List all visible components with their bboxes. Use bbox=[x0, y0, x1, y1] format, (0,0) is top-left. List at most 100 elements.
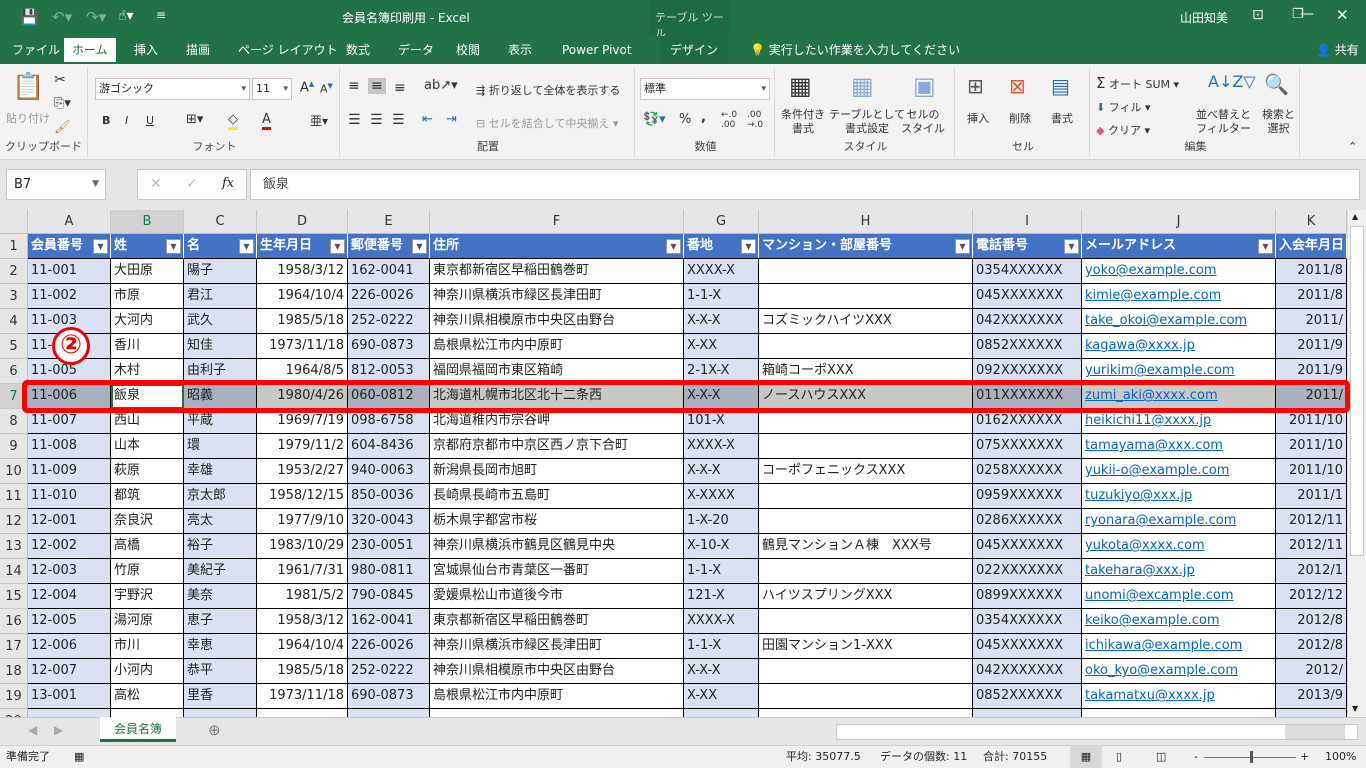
table-cell[interactable]: 226-0026 bbox=[348, 284, 430, 309]
grow-font-icon[interactable]: A▲ bbox=[300, 80, 314, 95]
table-cell[interactable]: 11-002 bbox=[28, 284, 111, 309]
table-cell[interactable]: 2012/12 bbox=[1276, 584, 1347, 609]
table-cell[interactable]: 1964/10/4 bbox=[257, 284, 348, 309]
touch-mode-icon[interactable]: ☝▾ bbox=[118, 8, 134, 24]
table-cell[interactable]: 162-0041 bbox=[348, 609, 430, 634]
tab-home[interactable]: ホーム bbox=[62, 36, 118, 64]
table-cell[interactable]: 小河内 bbox=[111, 659, 184, 684]
table-cell[interactable]: 大河内 bbox=[111, 309, 184, 334]
table-cell[interactable]: 980-0811 bbox=[348, 559, 430, 584]
table-cell[interactable]: 美奈 bbox=[184, 584, 257, 609]
table-cell[interactable]: 13-001 bbox=[28, 684, 111, 709]
zoom-in-icon[interactable]: + bbox=[1300, 746, 1309, 768]
table-cell[interactable]: 2012/11 bbox=[1276, 534, 1347, 559]
cancel-icon[interactable]: ✕ bbox=[150, 176, 162, 192]
scroll-down-icon[interactable]: ▼ bbox=[1352, 704, 1358, 713]
row-header-8[interactable]: 8 bbox=[0, 409, 28, 434]
table-cell[interactable]: 0258XXXXXX bbox=[973, 459, 1082, 484]
table-cell[interactable]: 島根県松江市内中原町 bbox=[430, 334, 684, 359]
filter-dropdown-icon[interactable]: ▼ bbox=[1258, 239, 1273, 254]
email-link[interactable]: oko_kyo@example.com bbox=[1085, 663, 1238, 678]
vertical-scrollbar[interactable]: ▲ ▼ bbox=[1347, 210, 1366, 717]
table-cell[interactable]: 市川 bbox=[111, 634, 184, 659]
copy-icon[interactable]: ⎘▾ bbox=[54, 96, 71, 111]
filter-dropdown-icon[interactable]: ▼ bbox=[239, 239, 254, 254]
row-header-5[interactable]: 5 bbox=[0, 334, 28, 359]
table-cell[interactable]: 12-004 bbox=[28, 584, 111, 609]
increase-decimal-icon[interactable]: ←.0.00 bbox=[721, 110, 737, 130]
table-cell[interactable]: 12-003 bbox=[28, 559, 111, 584]
table-cell[interactable]: 里香 bbox=[184, 684, 257, 709]
table-cell[interactable]: 武久 bbox=[184, 309, 257, 334]
fill-button[interactable]: ⬇ フィル ▾ bbox=[1096, 99, 1151, 115]
tab-data[interactable]: データ bbox=[388, 36, 444, 64]
fill-color-icon[interactable]: ◇ bbox=[228, 112, 238, 130]
font-name-select[interactable]: 游ゴシック bbox=[95, 78, 250, 100]
table-cell[interactable]: XXXX-X bbox=[684, 609, 759, 634]
table-cell[interactable]: 320-0043 bbox=[348, 509, 430, 534]
column-header-I[interactable]: I bbox=[973, 210, 1082, 234]
phonetic-icon[interactable]: 亜▾ bbox=[310, 112, 328, 129]
table-cell[interactable]: 1985/5/18 bbox=[257, 659, 348, 684]
email-link[interactable]: kimie@example.com bbox=[1085, 288, 1221, 303]
close-icon[interactable]: ✕ bbox=[1336, 6, 1349, 24]
table-cell[interactable]: 2013/9 bbox=[1276, 684, 1347, 709]
undo-icon[interactable]: ↶▾ bbox=[52, 8, 72, 26]
row-header-15[interactable]: 15 bbox=[0, 584, 28, 609]
table-cell[interactable]: 045XXXXXXX bbox=[973, 634, 1082, 659]
table-cell[interactable]: 0286XXXXXX bbox=[973, 509, 1082, 534]
table-cell[interactable]: unomi@excample.com bbox=[1082, 584, 1276, 609]
table-cell[interactable]: 690-0873 bbox=[348, 684, 430, 709]
zoom-slider-thumb[interactable] bbox=[1250, 751, 1253, 763]
table-cell[interactable]: 幸恵 bbox=[184, 634, 257, 659]
zoom-out-icon[interactable]: - bbox=[1194, 746, 1198, 768]
tab-file[interactable]: ファイル bbox=[2, 36, 70, 64]
paste-icon[interactable]: 📋 bbox=[12, 72, 44, 102]
autosum-button[interactable]: Σ オート SUM ▾ bbox=[1096, 74, 1179, 92]
table-cell[interactable]: X-X-X bbox=[684, 459, 759, 484]
filter-dropdown-icon[interactable]: ▼ bbox=[955, 239, 970, 254]
table-cell[interactable] bbox=[430, 709, 684, 717]
email-link[interactable]: yukota@xxxx.com bbox=[1085, 538, 1205, 553]
table-cell[interactable]: 京太郎 bbox=[184, 484, 257, 509]
table-cell[interactable]: 1964/10/4 bbox=[257, 634, 348, 659]
column-header-B[interactable]: B bbox=[111, 210, 184, 234]
table-cell[interactable] bbox=[1082, 709, 1276, 717]
table-cell[interactable]: keiko@example.com bbox=[1082, 609, 1276, 634]
email-link[interactable]: unomi@excample.com bbox=[1085, 588, 1233, 603]
cell-styles-button[interactable]: セルの スタイル bbox=[901, 108, 945, 136]
number-format-select[interactable]: 標準 bbox=[640, 78, 770, 100]
table-cell[interactable] bbox=[1276, 709, 1347, 717]
table-cell[interactable]: 1-1-X bbox=[684, 559, 759, 584]
table-cell[interactable]: 島根県松江市内中原町 bbox=[430, 684, 684, 709]
table-cell[interactable]: tamayama@xxx.com bbox=[1082, 434, 1276, 459]
column-header-C[interactable]: C bbox=[184, 210, 257, 234]
column-header-D[interactable]: D bbox=[257, 210, 348, 234]
formula-input[interactable]: 飯泉 bbox=[250, 169, 1360, 200]
table-cell[interactable]: 12-002 bbox=[28, 534, 111, 559]
currency-icon[interactable]: 💱▾ bbox=[643, 112, 666, 127]
table-cell[interactable]: 2011/10 bbox=[1276, 434, 1347, 459]
table-cell[interactable] bbox=[973, 709, 1082, 717]
table-cell[interactable]: 裕子 bbox=[184, 534, 257, 559]
table-cell[interactable]: oko_kyo@example.com bbox=[1082, 659, 1276, 684]
column-header-H[interactable]: H bbox=[759, 210, 973, 234]
table-cell[interactable]: 11-008 bbox=[28, 434, 111, 459]
column-header-F[interactable]: F bbox=[430, 210, 684, 234]
table-cell[interactable]: 2011/8 bbox=[1276, 259, 1347, 284]
table-cell[interactable]: 2012/11 bbox=[1276, 509, 1347, 534]
column-header-K[interactable]: K bbox=[1276, 210, 1347, 234]
row-header-16[interactable]: 16 bbox=[0, 609, 28, 634]
decrease-decimal-icon[interactable]: .00 →.0 bbox=[747, 110, 763, 130]
table-cell[interactable]: 0354XXXXXX bbox=[973, 259, 1082, 284]
prev-sheet-icon[interactable]: ◀ bbox=[28, 723, 37, 737]
tab-insert[interactable]: 挿入 bbox=[124, 36, 168, 64]
table-cell[interactable]: 市原 bbox=[111, 284, 184, 309]
table-cell[interactable]: 宇野沢 bbox=[111, 584, 184, 609]
table-cell[interactable] bbox=[111, 709, 184, 717]
row-header-9[interactable]: 9 bbox=[0, 434, 28, 459]
table-cell[interactable]: 神奈川県横浜市緑区長津田町 bbox=[430, 634, 684, 659]
filter-dropdown-icon[interactable]: ▼ bbox=[741, 239, 756, 254]
merge-center-button[interactable]: ⊟ セルを結合して中央揃え ▾ bbox=[476, 115, 618, 131]
table-cell[interactable] bbox=[184, 709, 257, 717]
